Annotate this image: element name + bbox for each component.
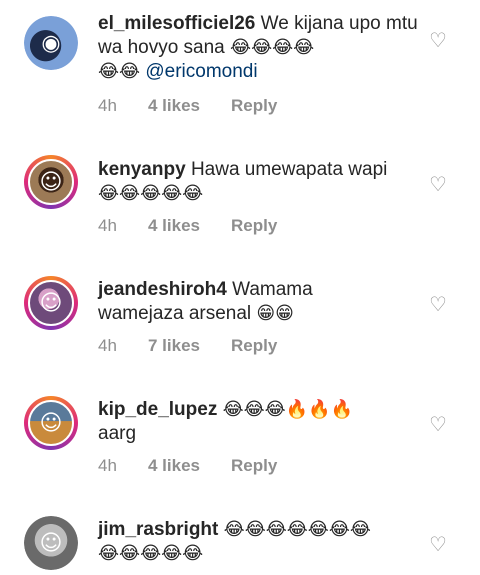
comment-time: 4h (98, 456, 117, 475)
avatar[interactable]: ☺ (24, 276, 78, 330)
comment-emoji: 😂😂 (98, 61, 141, 82)
comment-likes[interactable]: 4 likes (148, 96, 231, 116)
comment-username[interactable]: jim_rasbright (98, 519, 218, 540)
avatar[interactable]: ☺ (24, 155, 78, 209)
comment-item: ☺ jim_rasbright 😂😂😂😂😂😂😂 😂😂😂😂😂 ♡ (0, 480, 480, 575)
comment-time: 4h (98, 216, 117, 235)
comment-emoji: 😂😂😂😂 (230, 37, 315, 58)
comment-meta: 4h 4 likes Reply (98, 216, 277, 236)
comment-meta: 4h 7 likes Reply (98, 336, 277, 356)
heart-outline-icon[interactable]: ♡ (428, 534, 448, 556)
comment-username[interactable]: jeandeshiroh4 (98, 279, 227, 300)
comment-time: 4h (98, 96, 117, 115)
comment-username[interactable]: kenyanpy (98, 159, 186, 180)
comment-emoji: 😂😂😂😂😂😂😂 (223, 519, 371, 540)
comment-meta: 4h 4 likes Reply (98, 96, 277, 116)
comment-emoji: 😁😁 (256, 303, 294, 324)
reply-button[interactable]: Reply (231, 96, 277, 116)
heart-outline-icon[interactable]: ♡ (428, 414, 448, 436)
comment-item: ☺ jeandeshiroh4 Wamama wamejaza arsenal … (0, 240, 480, 355)
person-avatar-icon: ☺ (28, 400, 74, 446)
comment-body: kenyanpy Hawa umewapata wapi 😂😂😂😂😂 (98, 158, 424, 206)
comment-likes[interactable]: 7 likes (148, 336, 231, 356)
comment-emoji: 😂😂😂🔥🔥🔥 (222, 399, 353, 420)
person-pair-avatar-icon: ◉ (24, 16, 78, 70)
comment-body: jim_rasbright 😂😂😂😂😂😂😂 😂😂😂😂😂 (98, 518, 424, 566)
comment-text: aarg (98, 423, 137, 444)
comment-emoji: 😂😂😂😂😂 (98, 543, 204, 564)
person-avatar-icon: ☺ (28, 280, 74, 326)
heart-outline-icon[interactable]: ♡ (428, 174, 448, 196)
avatar[interactable]: ◉ (24, 16, 78, 70)
comment-text: wamejaza arsenal (98, 303, 252, 324)
comment-mention[interactable]: @ericomondi (145, 61, 257, 82)
comment-likes[interactable]: 4 likes (148, 456, 231, 476)
avatar[interactable]: ☺ (24, 396, 78, 450)
comment-body: jeandeshiroh4 Wamama wamejaza arsenal 😁😁 (98, 278, 424, 326)
comment-time: 4h (98, 336, 117, 355)
comment-meta: 4h 4 likes Reply (98, 456, 277, 476)
comment-username[interactable]: kip_de_lupez (98, 399, 217, 420)
comment-body: kip_de_lupez 😂😂😂🔥🔥🔥 aarg (98, 398, 424, 446)
comment-item: ☺ kip_de_lupez 😂😂😂🔥🔥🔥 aarg 4h 4 likes Re… (0, 360, 480, 475)
comment-body: el_milesofficiel26 We kijana upo mtu wa … (98, 12, 424, 84)
reply-button[interactable]: Reply (231, 456, 277, 476)
avatar[interactable]: ☺ (24, 516, 78, 570)
heart-outline-icon[interactable]: ♡ (428, 30, 448, 52)
comment-username[interactable]: el_milesofficiel26 (98, 13, 255, 34)
comment-item: ◉ el_milesofficiel26 We kijana upo mtu w… (0, 0, 480, 115)
reply-button[interactable]: Reply (231, 216, 277, 236)
comment-text: Hawa umewapata wapi (190, 159, 388, 180)
comment-emoji: 😂😂😂😂😂 (98, 183, 204, 204)
reply-button[interactable]: Reply (231, 336, 277, 356)
comment-item: ☺ kenyanpy Hawa umewapata wapi 😂😂😂😂😂 4h … (0, 120, 480, 235)
person-avatar-icon: ☺ (28, 159, 74, 205)
comment-text: Wamama (232, 279, 313, 300)
person-avatar-icon: ☺ (24, 516, 78, 570)
heart-outline-icon[interactable]: ♡ (428, 294, 448, 316)
comment-likes[interactable]: 4 likes (148, 216, 231, 236)
